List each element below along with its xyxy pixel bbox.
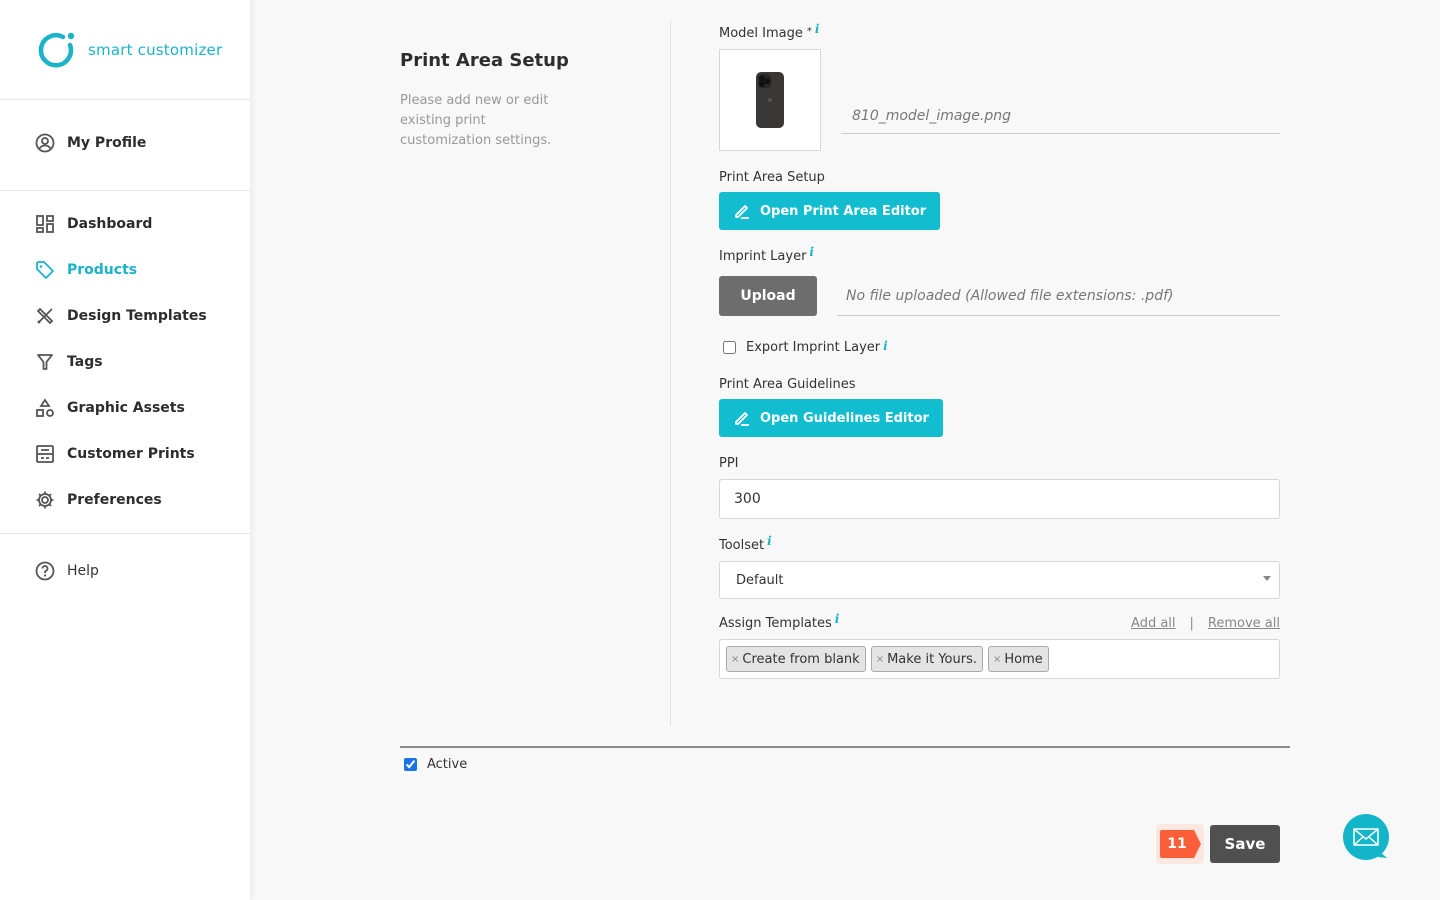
info-icon[interactable]: i bbox=[883, 339, 888, 353]
model-image-label: Model Image * i bbox=[719, 22, 1280, 41]
info-icon[interactable]: i bbox=[835, 612, 840, 626]
gear-icon bbox=[35, 490, 55, 510]
pencil-icon bbox=[735, 412, 749, 426]
ppi-input[interactable]: 300 bbox=[719, 479, 1280, 519]
shapes-icon bbox=[35, 398, 55, 418]
sidebar-item-design-templates[interactable]: Design Templates bbox=[0, 293, 250, 339]
save-button[interactable]: Save bbox=[1210, 825, 1280, 863]
tag-label: Home bbox=[1004, 651, 1043, 667]
sidebar-item-label: Design Templates bbox=[67, 308, 207, 324]
active-label: Active bbox=[427, 757, 468, 772]
tag-label: Create from blank bbox=[742, 651, 860, 667]
sidebar-item-label: My Profile bbox=[67, 135, 147, 151]
sidebar-item-graphic-assets[interactable]: Graphic Assets bbox=[0, 385, 250, 431]
remove-tag-icon[interactable]: × bbox=[876, 654, 884, 665]
remove-tag-icon[interactable]: × bbox=[731, 654, 739, 665]
mail-icon bbox=[1343, 814, 1389, 860]
section-description: Please add new or edit existing print cu… bbox=[400, 93, 552, 148]
required-mark: * bbox=[806, 26, 812, 37]
label-text: Toolset bbox=[719, 538, 765, 553]
remove-tag-icon[interactable]: × bbox=[993, 654, 1001, 665]
upload-button[interactable]: Upload bbox=[719, 276, 817, 316]
help-icon bbox=[35, 561, 55, 581]
horizontal-divider bbox=[400, 746, 1290, 748]
imprint-layer-label: Imprint Layer i bbox=[719, 245, 1280, 264]
info-icon[interactable]: i bbox=[815, 22, 820, 36]
add-all-link[interactable]: Add all bbox=[1131, 616, 1176, 631]
user-circle-icon bbox=[35, 133, 55, 153]
toolset-label: Toolset i bbox=[719, 534, 1280, 553]
sidebar-item-customer-prints[interactable]: Customer Prints bbox=[0, 431, 250, 477]
sidebar-item-tags[interactable]: Tags bbox=[0, 339, 250, 385]
filter-icon bbox=[35, 352, 55, 372]
template-tag: × Create from blank bbox=[726, 646, 866, 672]
open-guidelines-editor-button[interactable]: Open Guidelines Editor bbox=[719, 399, 943, 437]
ppi-label: PPI bbox=[719, 456, 1280, 471]
toolset-select[interactable]: Default bbox=[719, 561, 1280, 599]
assign-templates-label: Assign Templates i bbox=[719, 612, 839, 631]
chat-button[interactable] bbox=[1342, 814, 1390, 862]
template-tag: × Home bbox=[987, 646, 1049, 672]
sidebar-item-help[interactable]: Help bbox=[0, 548, 250, 594]
active-checkbox[interactable] bbox=[404, 758, 417, 771]
sidebar-item-products[interactable]: Products bbox=[0, 247, 250, 293]
model-image-thumbnail[interactable] bbox=[719, 49, 821, 151]
sidebar-item-label: Products bbox=[67, 262, 138, 278]
brand-name: smart customizer bbox=[88, 40, 223, 59]
link-separator: | bbox=[1189, 616, 1194, 631]
label-text: PPI bbox=[719, 456, 739, 471]
design-tools-icon bbox=[35, 306, 55, 326]
info-icon[interactable]: i bbox=[809, 245, 814, 259]
sidebar-item-label: Preferences bbox=[67, 492, 162, 508]
tag-icon bbox=[35, 260, 55, 280]
logo-icon bbox=[38, 32, 75, 67]
info-icon[interactable]: i bbox=[767, 534, 772, 548]
label-text: Model Image bbox=[719, 26, 803, 41]
notification-badge[interactable]: 11 bbox=[1160, 830, 1201, 858]
sidebar-item-label: Customer Prints bbox=[67, 446, 195, 462]
model-image-filename: 810_model_image.png bbox=[841, 98, 1280, 134]
upload-status: No file uploaded (Allowed file extension… bbox=[837, 276, 1280, 316]
toolset-selected-value: Default bbox=[736, 572, 784, 588]
sidebar-item-my-profile[interactable]: My Profile bbox=[0, 120, 250, 166]
chevron-down-icon bbox=[1263, 576, 1271, 581]
label-text: Assign Templates bbox=[719, 616, 832, 631]
sidebar: smart customizer My Profile Dashboard Pr… bbox=[0, 0, 250, 900]
logo[interactable]: smart customizer bbox=[0, 0, 250, 100]
label-text: Print Area Guidelines bbox=[719, 377, 856, 392]
sidebar-item-label: Tags bbox=[67, 354, 103, 370]
label-text: Print Area Setup bbox=[719, 170, 825, 185]
phone-image bbox=[756, 72, 784, 128]
template-tag: × Make it Yours. bbox=[870, 646, 983, 672]
label-text: Imprint Layer bbox=[719, 249, 807, 264]
notification-badge-wrapper: 11 bbox=[1156, 824, 1204, 864]
templates-multiselect[interactable]: × Create from blank × Make it Yours. × H… bbox=[719, 639, 1280, 679]
export-imprint-layer-label: Export Imprint Layer bbox=[746, 340, 881, 355]
section-title: Print Area Setup bbox=[400, 50, 569, 71]
button-label: Open Print Area Editor bbox=[760, 203, 927, 219]
sidebar-item-label: Graphic Assets bbox=[67, 400, 185, 416]
main-content: Print Area Setup Please add new or edit … bbox=[250, 0, 1440, 900]
print-area-setup-label: Print Area Setup bbox=[719, 170, 1280, 185]
export-imprint-layer-checkbox[interactable] bbox=[723, 341, 736, 354]
prints-icon bbox=[35, 444, 55, 464]
open-print-area-editor-button[interactable]: Open Print Area Editor bbox=[719, 192, 941, 230]
pencil-icon bbox=[735, 205, 749, 219]
dashboard-icon bbox=[35, 214, 55, 234]
tag-label: Make it Yours. bbox=[887, 651, 977, 667]
print-area-guidelines-label: Print Area Guidelines bbox=[719, 377, 1280, 392]
remove-all-link[interactable]: Remove all bbox=[1208, 616, 1280, 631]
sidebar-item-label: Help bbox=[67, 563, 99, 579]
sidebar-item-label: Dashboard bbox=[67, 216, 153, 232]
vertical-divider bbox=[670, 20, 671, 726]
button-label: Open Guidelines Editor bbox=[760, 410, 929, 426]
print-area-form: Model Image * i 810_model_image.png Prin… bbox=[719, 22, 1280, 679]
sidebar-item-dashboard[interactable]: Dashboard bbox=[0, 201, 250, 247]
sidebar-item-preferences[interactable]: Preferences bbox=[0, 477, 250, 523]
